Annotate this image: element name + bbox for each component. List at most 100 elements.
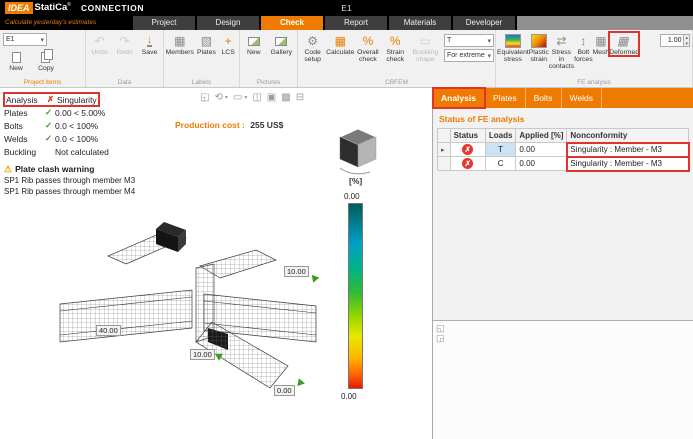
loads-cell[interactable]: C [485,157,516,171]
code-setup-button[interactable]: ⚙Code setup [299,32,326,63]
lcs-labels-button[interactable]: +LCS [218,32,238,56]
redo-button[interactable]: ↷Redo [112,32,137,56]
pass-icon: ✓ [42,133,55,144]
nonconformity-cell[interactable]: Singularity : Member - M3 [567,143,689,157]
results-tab-welds[interactable]: Welds [562,88,602,108]
fe-status-table: Status Loads Applied [%] Nonconformity ▸… [437,128,689,171]
members-labels-button[interactable]: ▦Members [165,32,195,56]
lcs-icon: + [225,33,232,49]
fail-icon: ✗ [44,94,57,105]
loads-cell[interactable]: T [485,143,516,157]
tab-materials[interactable]: Materials [389,16,451,30]
tab-report[interactable]: Report [325,16,387,30]
extreme-selector[interactable]: For extreme▾ [444,49,494,62]
pane-split-icon[interactable]: ◫ [252,92,261,103]
undo-icon: ↶ [94,33,104,49]
stress-in-contacts-button[interactable]: ⇄Stress in contacts [549,32,574,70]
model-label: 10.00 [284,266,309,277]
chevron-down-icon: ▾ [40,36,44,44]
buckling-shape-button[interactable]: ▭Buckling shape [409,32,442,63]
mesh-icon: ▦ [595,33,606,49]
overall-check-button[interactable]: %Overall check [354,32,381,63]
applied-cell[interactable]: 0.00 [516,157,567,171]
col-applied: Applied [%] [516,129,567,143]
group-label-cbfem: CBFEM [298,78,495,87]
bolt-icon: ↕ [580,33,586,49]
copy-project-button[interactable]: Copy [31,48,61,72]
main-tab-bar: Calculate yesterday's estimates Project … [0,16,693,30]
module-name: CONNECTION [81,3,144,13]
gear-icon: ⚙ [307,33,318,49]
strain-check-button[interactable]: %Strain check [382,32,409,63]
fe-mesh-model[interactable] [50,210,350,410]
analysis-label: Analysis [6,95,44,105]
results-tab-plates[interactable]: Plates [485,88,526,108]
results-panel: Analysis Plates Bolts Welds Status of FE… [432,88,693,439]
group-label-fe-analysis: FE analysis [496,78,692,87]
chevron-down-icon[interactable]: ▾ [244,94,247,101]
redo-icon: ↷ [119,33,129,49]
warning-block: ⚠ Plate clash warning SP1 Rib passes thr… [4,163,174,197]
error-status-icon: ✗ [462,158,473,169]
gallery-button[interactable]: Gallery [267,32,296,56]
status-cell: ✗ [450,143,485,157]
pane-cube-icon[interactable]: ▣ [267,92,276,103]
plates-icon: ▧ [201,33,212,49]
pass-icon: ✓ [42,120,55,131]
pane-grid-icon[interactable]: ▩ [281,92,290,103]
production-cost-value: 255 US$ [250,120,283,130]
model-viewport[interactable]: ◱ ⟲▾ ▭▾ ◫ ▣ ▩ ⊟ Analysis ✗ Singularity P… [0,88,432,439]
tab-project[interactable]: Project [133,16,195,30]
fit-view-icon[interactable]: ◱ [200,92,209,103]
group-label-project-items: Project items [0,78,85,87]
table-row[interactable]: ▸ ✗ T 0.00 Singularity : Member - M3 [438,143,689,157]
ribbon-group-data: ↶Undo ↷Redo ↓Save Data [86,30,164,87]
results-tab-analysis[interactable]: Analysis [433,88,485,108]
tab-check[interactable]: Check [261,16,323,30]
bolt-forces-button[interactable]: ↕Bolt forces [574,32,593,63]
ribbon-group-project-items: E1▾ New Copy Project items [0,30,86,87]
title-bar: IDEA StatiCa® CONNECTION E1 [0,0,693,16]
new-project-button[interactable]: New [1,48,31,72]
col-status: Status [450,129,485,143]
project-selector[interactable]: E1▾ [3,33,47,46]
calculate-icon: ▦ [335,33,346,49]
fit-picture-icon[interactable]: ◱ [436,323,445,333]
tab-developer[interactable]: Developer [453,16,515,30]
view-mode-icon[interactable]: ▭ [233,92,242,103]
strain-gradient-icon [531,33,547,49]
check-row-welds: Welds ✓ 0.0 < 100% [4,132,174,145]
applied-cell[interactable]: 0.00 [516,143,567,157]
navigation-cube[interactable] [336,126,380,178]
load-case-selector[interactable]: T▾ [444,34,494,47]
chevron-down-icon: ▾ [487,52,491,60]
orbit-icon[interactable]: ⟲ [214,92,222,103]
save-button[interactable]: ↓Save [137,32,162,56]
spin-down-icon[interactable]: ▾ [685,41,688,47]
nonconformity-cell[interactable]: Singularity : Member - M3 [567,157,689,171]
undo-button[interactable]: ↶Undo [87,32,112,56]
equivalent-stress-button[interactable]: Equivalent stress [497,32,529,63]
table-header-row: Status Loads Applied [%] Nonconformity [438,129,689,143]
plates-labels-button[interactable]: ▧Plates [195,32,219,56]
new-picture-button[interactable]: New [241,32,267,56]
deformed-scale-spinner[interactable]: 1.00 ▴▾ [660,34,690,47]
spinner-arrows[interactable]: ▴▾ [684,34,690,47]
tab-design[interactable]: Design [197,16,259,30]
check-summary: Analysis ✗ Singularity Plates ✓ 0.00 < 5… [4,93,174,197]
current-row-indicator: ▸ [438,143,451,157]
chevron-down-icon[interactable]: ▾ [225,94,228,101]
pane-gallery-icon[interactable]: ⊟ [296,92,304,103]
col-loads: Loads [485,129,516,143]
model-label: 40.00 [96,325,121,336]
fit-picture-icon[interactable]: ◲ [436,333,445,343]
scale-value[interactable]: 1.00 [660,34,684,47]
results-tab-bolts[interactable]: Bolts [526,88,562,108]
warning-line: SP1 Rib passes through member M4 [4,186,174,197]
calculate-button[interactable]: ▦Calculate [326,32,354,56]
mesh-button[interactable]: ▦Mesh [593,32,610,56]
plastic-strain-button[interactable]: Plastic strain [529,32,549,63]
deformed-button[interactable]: ▦Deformed [609,32,639,56]
stress-gradient-icon [505,33,521,49]
table-row[interactable]: ✗ C 0.00 Singularity : Member - M3 [438,157,689,171]
